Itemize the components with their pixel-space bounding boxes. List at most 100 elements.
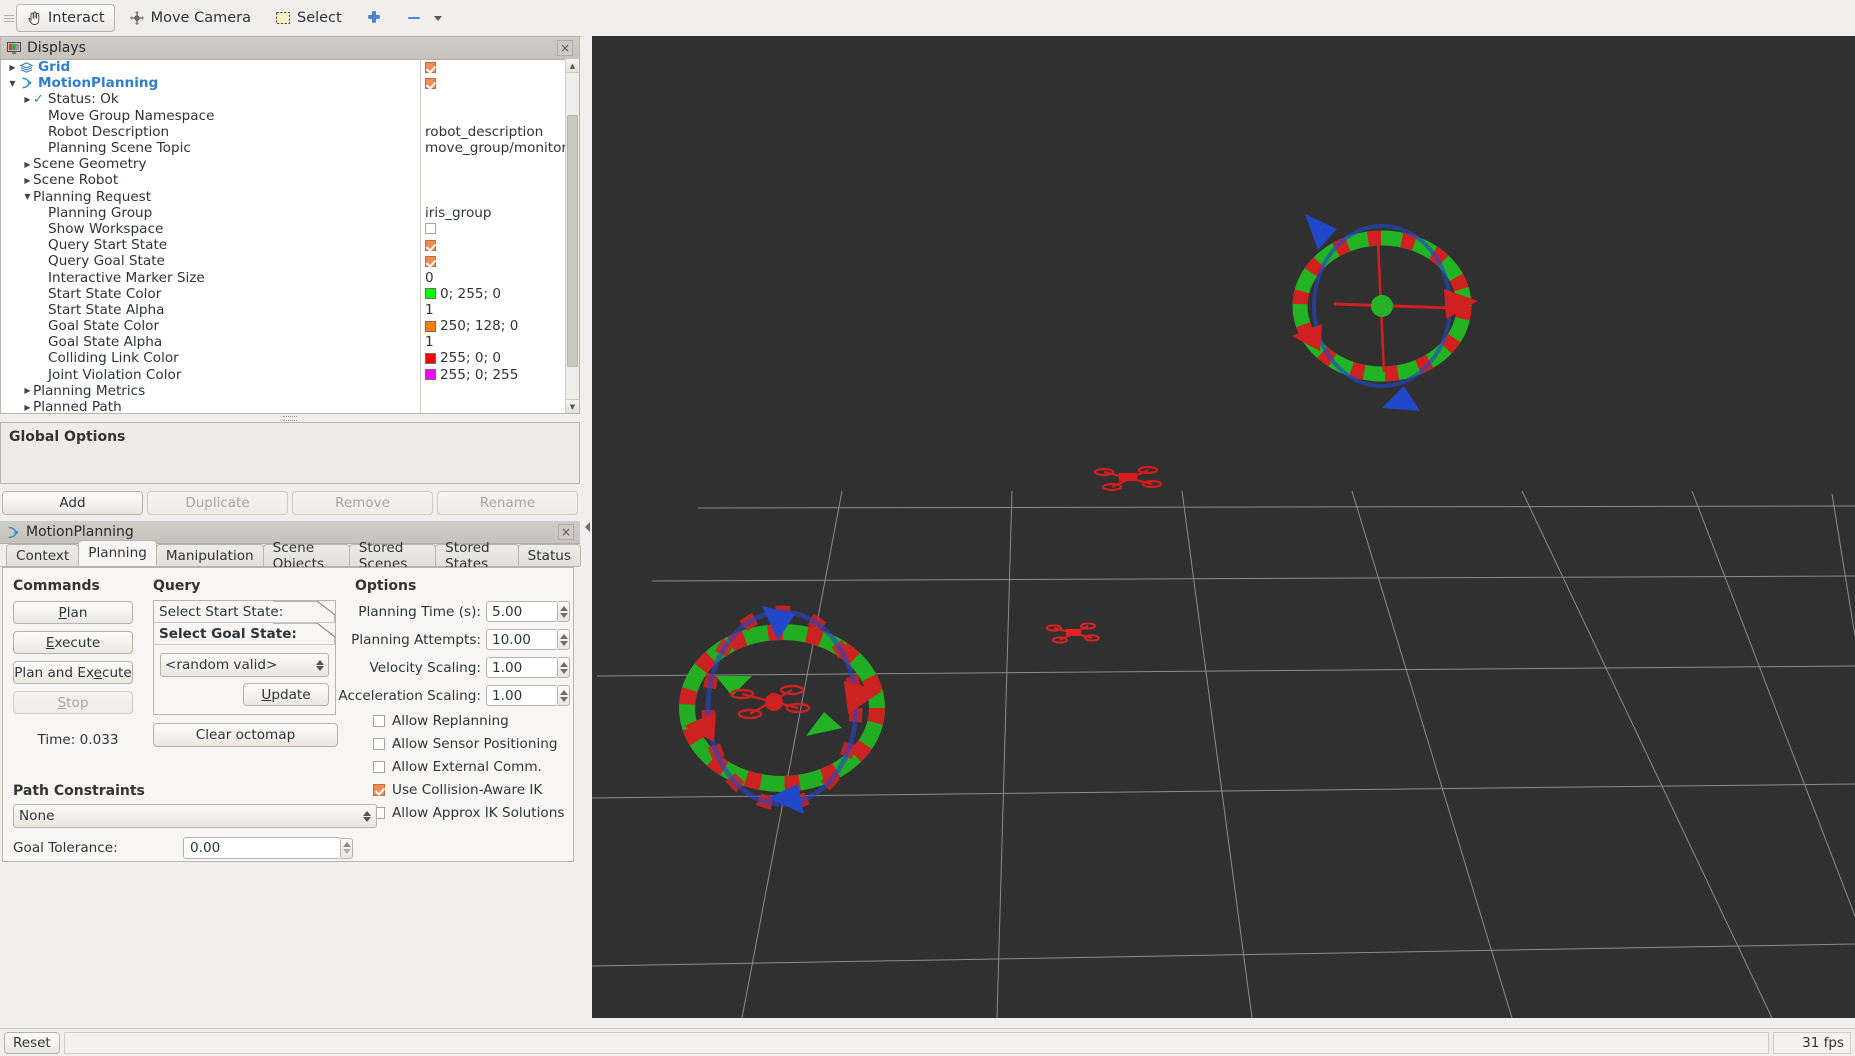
tab-status[interactable]: Status [517, 544, 581, 566]
tab-manipulation[interactable]: Manipulation [155, 544, 264, 566]
option-input[interactable]: 10.00 [486, 629, 558, 650]
tree-item-value[interactable]: iris_group [421, 205, 579, 221]
3d-viewport[interactable] [592, 36, 1855, 1018]
tree-item-value[interactable] [421, 255, 579, 267]
color-swatch[interactable] [425, 352, 436, 364]
tree-row[interactable]: Planning Group iris_group [1, 204, 579, 221]
tool-move-camera[interactable]: Move Camera [119, 4, 261, 32]
checkbox-row-allow-sensor-positioning[interactable]: Allow Sensor Positioning [355, 736, 570, 752]
execute-button[interactable]: Execute [13, 631, 133, 654]
tree-item-value[interactable] [421, 77, 579, 89]
tree-item-value[interactable]: 1 [421, 334, 579, 350]
tree-row[interactable]: Query Goal State [1, 253, 579, 270]
expand-arrow-right-icon[interactable] [22, 176, 33, 185]
checkbox[interactable] [373, 715, 385, 727]
option-input[interactable]: 1.00 [486, 685, 558, 706]
scrollbar-thumb[interactable] [567, 115, 578, 367]
tab-scene-objects[interactable]: Scene Objects [262, 540, 350, 572]
tree-item-value[interactable] [421, 239, 579, 251]
tree-row[interactable]: Scene Geometry [1, 156, 579, 173]
goal-state-spin-icon[interactable] [316, 659, 324, 671]
tree-item-value[interactable]: 1 [421, 302, 579, 318]
tree-item-value[interactable]: 255; 0; 255 [421, 367, 579, 383]
tree-item-value[interactable]: 250; 128; 0 [421, 318, 579, 334]
goal-tolerance-stepper[interactable] [341, 837, 353, 859]
option-stepper[interactable] [558, 629, 570, 650]
tree-row[interactable]: Interactive Marker Size 0 [1, 269, 579, 286]
tree-item-value[interactable]: 0; 255; 0 [421, 286, 579, 302]
color-swatch[interactable] [425, 369, 436, 381]
checkbox-row-allow-replanning[interactable]: Allow Replanning [355, 713, 570, 729]
expand-arrow-right-icon[interactable] [22, 160, 33, 169]
select-start-state-header[interactable]: Select Start State: [154, 601, 335, 623]
tree-row[interactable]: Robot Description robot_description [1, 123, 579, 140]
checkbox-row-allow-approx-ik-solutions[interactable]: Allow Approx IK Solutions [355, 805, 570, 821]
tree-item-value[interactable] [421, 223, 579, 235]
tree-checkbox[interactable] [425, 77, 436, 89]
add-button[interactable]: Add [2, 491, 143, 515]
tree-row[interactable]: Move Group Namespace [1, 107, 579, 124]
option-stepper[interactable] [558, 657, 570, 678]
scroll-down-icon[interactable]: ▼ [566, 399, 579, 413]
tree-item-value[interactable] [421, 61, 579, 73]
checkbox-row-allow-external-comm[interactable]: Allow External Comm. [355, 759, 570, 775]
toolbar-drag-handle[interactable] [4, 8, 14, 28]
option-stepper[interactable] [558, 601, 570, 622]
plan-button[interactable]: Plan [13, 601, 133, 624]
tree-row[interactable]: Goal State Color 250; 128; 0 [1, 318, 579, 335]
motionplanning-close-icon[interactable]: × [558, 524, 574, 540]
tree-item-value[interactable]: move_group/monitor... [421, 140, 579, 156]
expand-arrow-right-icon[interactable] [22, 403, 33, 412]
tree-item-value[interactable]: 0 [421, 270, 579, 286]
option-input[interactable]: 5.00 [486, 601, 558, 622]
tree-row[interactable]: Planning Request [1, 188, 579, 205]
color-swatch[interactable] [425, 320, 436, 332]
tree-row[interactable]: Planning Metrics [1, 382, 579, 399]
tree-row[interactable]: Start State Alpha 1 [1, 301, 579, 318]
displays-scrollbar[interactable]: ▲ ▼ [565, 59, 579, 413]
tree-row[interactable]: Planned Path [1, 398, 579, 413]
expand-arrow-down-icon[interactable] [22, 192, 33, 201]
chevron-down-icon[interactable] [433, 15, 442, 21]
tree-row[interactable]: Goal State Alpha 1 [1, 334, 579, 351]
expand-arrow-right-icon[interactable] [22, 95, 33, 104]
checkbox-row-use-collision-aware-ik[interactable]: Use Collision-Aware IK [355, 782, 570, 798]
goal-state-combo[interactable]: <random valid> [160, 653, 329, 677]
tab-stored-scenes[interactable]: Stored Scenes [348, 540, 437, 572]
tool-select[interactable]: Select [265, 4, 352, 32]
displays-tree[interactable]: GridMotionPlanning✓Status: OkMove Group … [1, 59, 579, 413]
checkbox[interactable] [373, 738, 385, 750]
tool-focus-camera[interactable] [356, 4, 392, 32]
tree-row[interactable]: Joint Violation Color 255; 0; 255 [1, 366, 579, 383]
color-swatch[interactable] [425, 288, 436, 300]
tree-checkbox[interactable] [425, 239, 436, 251]
tree-checkbox[interactable] [425, 61, 436, 73]
select-goal-state-header[interactable]: Select Goal State: [154, 623, 335, 645]
scroll-up-icon[interactable]: ▲ [566, 59, 579, 73]
checkbox[interactable] [373, 784, 385, 796]
left-splitter-handle[interactable] [582, 36, 592, 1018]
expand-arrow-right-icon[interactable] [7, 63, 18, 72]
expand-arrow-down-icon[interactable] [7, 79, 18, 88]
tree-row[interactable]: Planning Scene Topic move_group/monitor..… [1, 139, 579, 157]
tool-interact[interactable]: Interact [16, 4, 115, 32]
clear-octomap-button[interactable]: Clear octomap [153, 723, 338, 747]
expand-arrow-right-icon[interactable] [22, 386, 33, 395]
path-constraint-spin-icon[interactable] [363, 810, 371, 822]
tree-row[interactable]: Query Start State [1, 237, 579, 254]
tree-row[interactable]: ✓Status: Ok [1, 91, 579, 108]
displays-splitter[interactable] [0, 414, 580, 422]
tree-row[interactable]: Start State Color 0; 255; 0 [1, 285, 579, 302]
tool-measure[interactable] [396, 4, 452, 32]
tab-planning[interactable]: Planning [78, 540, 157, 566]
tree-row[interactable]: Scene Robot [1, 172, 579, 189]
tree-row[interactable]: Show Workspace [1, 220, 579, 238]
path-constraint-combo[interactable]: None [13, 804, 377, 828]
tree-row[interactable]: Grid [1, 59, 579, 76]
checkbox[interactable] [373, 761, 385, 773]
option-input[interactable]: 1.00 [486, 657, 558, 678]
tree-item-value[interactable]: 255; 0; 0 [421, 350, 579, 366]
collapse-left-icon[interactable] [584, 522, 590, 532]
update-button[interactable]: Update [243, 683, 329, 706]
tree-row[interactable]: MotionPlanning [1, 75, 579, 92]
